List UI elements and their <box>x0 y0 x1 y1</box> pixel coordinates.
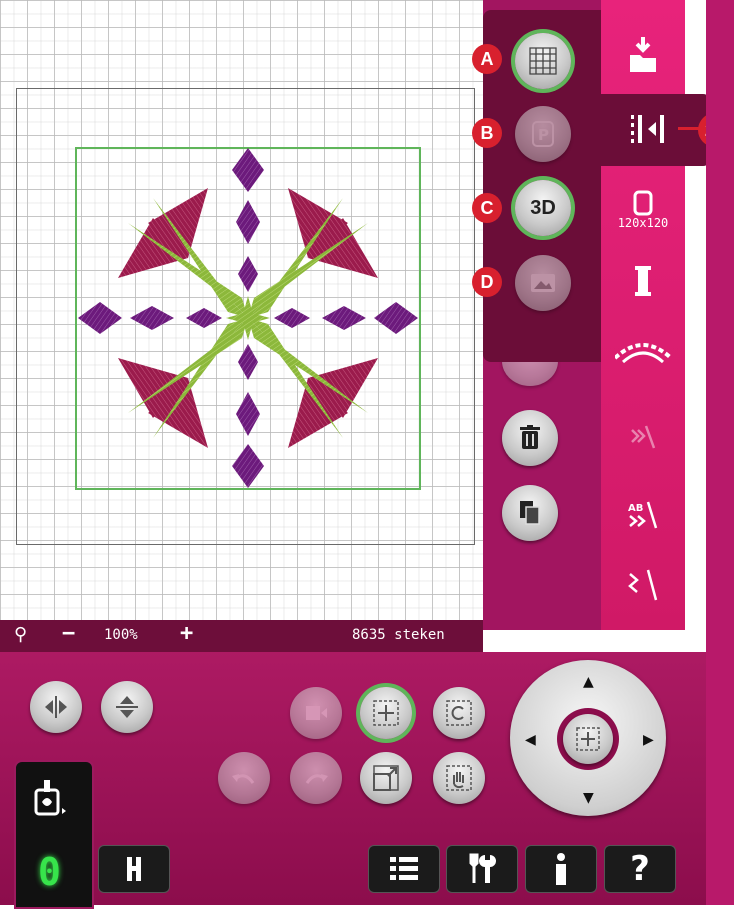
help-button[interactable]: ? <box>604 845 676 893</box>
callout-c: C <box>472 193 502 223</box>
tools-icon <box>469 853 496 883</box>
mirror-horizontal-icon <box>45 696 67 718</box>
center-icon <box>576 727 600 751</box>
list-icon <box>390 857 418 880</box>
delete-button[interactable] <box>502 410 558 466</box>
redo-icon <box>305 774 328 784</box>
3d-view-button[interactable]: 3D <box>515 180 571 236</box>
scale-icon <box>373 765 399 791</box>
stitch-count: 8635 steken <box>352 627 445 643</box>
presser-foot-view-button[interactable]: P <box>515 106 571 162</box>
callout-b: B <box>472 118 502 148</box>
edit-mode-icon <box>630 113 670 151</box>
mirror-vertical-icon <box>116 696 138 718</box>
hoop-position-button[interactable]: 0 <box>14 760 94 909</box>
nav-right-arrow[interactable]: ▶ <box>643 732 654 748</box>
background-image-button[interactable] <box>515 255 571 311</box>
hoop-size-label: 120x120 <box>617 216 669 230</box>
nav-up-arrow[interactable]: ▲ <box>583 674 594 690</box>
p-icon: P <box>532 121 554 147</box>
design-library-icon <box>615 343 671 364</box>
embroidery-unit-icon <box>34 780 66 816</box>
hand-icon <box>446 765 472 791</box>
center-design-button[interactable] <box>563 714 613 764</box>
nav-left-arrow[interactable]: ◀ <box>525 732 536 748</box>
heart-stitch-icon <box>631 425 656 449</box>
tab-load[interactable] <box>601 20 685 90</box>
move-icon <box>306 706 327 720</box>
tab-stitch-designs[interactable] <box>601 326 685 376</box>
image-icon <box>531 274 555 292</box>
rotate-button[interactable] <box>433 687 485 739</box>
nav-down-arrow[interactable]: ▼ <box>583 790 594 806</box>
trash-icon <box>520 425 540 449</box>
info-icon <box>556 853 566 885</box>
zoom-out-button[interactable]: − <box>62 621 75 646</box>
lettering-stitch-icon: AB <box>628 501 658 529</box>
tab-sewing-stitches[interactable] <box>601 560 685 610</box>
settings-button[interactable] <box>446 845 518 893</box>
zoom-in-button[interactable]: + <box>180 621 193 646</box>
callout-a: A <box>472 44 502 74</box>
grid-icon <box>529 47 557 75</box>
position-readout: 0.0/0.0 <box>548 636 600 655</box>
redo-button[interactable] <box>290 752 342 804</box>
hoop-icon <box>633 190 653 216</box>
mirror-horizontal-button[interactable] <box>30 681 82 733</box>
canvas-status-bar: ⚲ − 100% + 8635 steken <box>0 620 483 652</box>
tab-thread[interactable] <box>601 256 685 306</box>
stitch-counter: 0 <box>38 850 61 894</box>
callout-d: D <box>472 267 502 297</box>
scale-button[interactable] <box>360 752 412 804</box>
rotate-icon <box>446 700 472 726</box>
svg-text:P: P <box>538 126 549 144</box>
move-arrows-icon <box>373 700 399 726</box>
mirror-vertical-button[interactable] <box>101 681 153 733</box>
embroidery-design[interactable] <box>78 148 418 488</box>
presser-foot-button[interactable] <box>98 845 170 893</box>
svg-text:AB: AB <box>628 503 643 514</box>
spool-icon <box>635 266 651 296</box>
duplicate-button[interactable] <box>502 485 558 541</box>
tab-hoop[interactable]: 120x120 <box>601 178 685 242</box>
grid-toggle-button[interactable] <box>515 33 571 89</box>
sequence-list-button[interactable] <box>368 845 440 893</box>
copy-icon <box>520 501 540 525</box>
zoom-level: 100% <box>104 627 138 643</box>
undo-icon <box>232 774 255 784</box>
move-to-cursor-button[interactable] <box>290 687 342 739</box>
undo-button[interactable] <box>218 752 270 804</box>
info-button[interactable] <box>525 845 597 893</box>
3d-label: 3D <box>530 196 556 219</box>
tab-stitches-disabled <box>601 412 685 462</box>
question-icon: ? <box>630 849 650 889</box>
presser-foot-icon <box>127 857 141 881</box>
zoom-options-icon[interactable]: ⚲ <box>14 624 27 645</box>
zigzag-stitch-icon <box>628 569 658 601</box>
move-design-button[interactable] <box>360 687 412 739</box>
load-file-icon <box>630 37 656 72</box>
right-edge-strip <box>706 0 734 905</box>
pan-button[interactable] <box>433 752 485 804</box>
tab-font-stitches[interactable]: AB <box>601 490 685 540</box>
